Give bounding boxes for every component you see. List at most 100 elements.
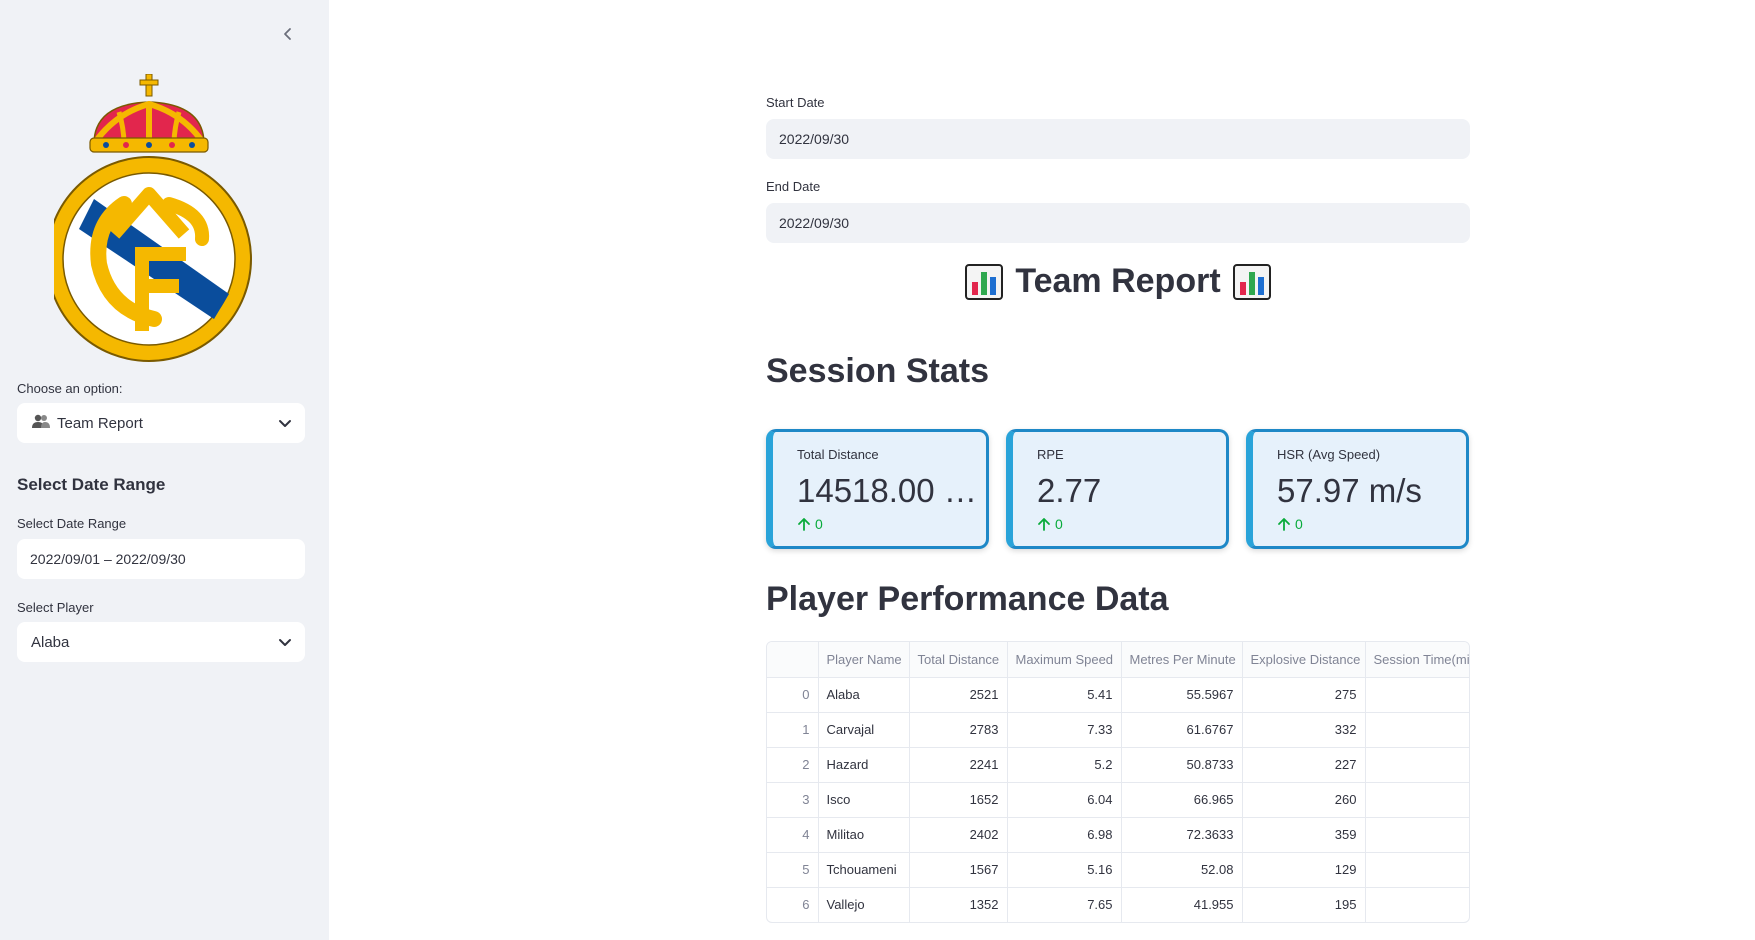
option-select-value: Team Report: [57, 414, 143, 432]
session-stats-heading: Session Stats: [766, 352, 989, 390]
table-row[interactable]: 6 Vallejo 1352 7.65 41.955 195 35: [767, 887, 1469, 922]
end-date-label: End Date: [766, 179, 821, 194]
cell-player-name: Hazard: [818, 747, 910, 783]
option-select[interactable]: Team Report: [17, 403, 305, 443]
metric-delta-value: 0: [1295, 516, 1303, 532]
arrow-up-icon: [1038, 518, 1050, 531]
arrow-up-icon: [1278, 518, 1290, 531]
table-row[interactable]: 1 Carvajal 2783 7.33 61.6767 332 45: [767, 712, 1469, 748]
player-performance-heading: Player Performance Data: [766, 580, 1169, 618]
sidebar: Choose an option: Team Report Select Dat…: [0, 0, 329, 940]
cell-player-name: Militao: [818, 817, 910, 853]
chevron-left-icon: [284, 28, 291, 40]
cell-metres-per-minute: 72.3633: [1121, 817, 1243, 853]
metric-delta-value: 0: [815, 516, 823, 532]
metric-label: Total Distance: [797, 447, 879, 462]
cell-maximum-speed: 5.41: [1007, 677, 1122, 713]
cell-maximum-speed: 6.98: [1007, 817, 1122, 853]
cell-total-distance: 2783: [909, 712, 1008, 748]
cell-metres-per-minute: 55.5967: [1121, 677, 1243, 713]
cell-explosive-distance: 227: [1242, 747, 1366, 783]
column-header-session-time[interactable]: Session Time(mi: [1365, 642, 1469, 678]
cell-player-name: Alaba: [818, 677, 910, 713]
column-header-index[interactable]: [767, 642, 819, 678]
table-row[interactable]: 4 Militao 2402 6.98 72.3633 359 34: [767, 817, 1469, 853]
cell-session-time: 24: [1365, 782, 1469, 818]
player-select-label: Select Player: [17, 600, 94, 615]
metric-label: HSR (Avg Speed): [1277, 447, 1381, 462]
club-crest-logo: [54, 74, 252, 362]
cell-index: 6: [767, 887, 819, 922]
cell-session-time: 34: [1365, 817, 1469, 853]
metric-value: 14518.00 meters: [797, 472, 985, 509]
cell-session-time: 45: [1365, 747, 1469, 783]
collapse-sidebar-button[interactable]: [276, 22, 300, 46]
cell-metres-per-minute: 52.08: [1121, 852, 1243, 888]
player-performance-table[interactable]: Player Name Total Distance Maximum Speed…: [766, 641, 1470, 923]
metric-label: RPE: [1037, 447, 1064, 462]
metric-value: 2.77: [1037, 472, 1102, 509]
cell-metres-per-minute: 61.6767: [1121, 712, 1243, 748]
metric-delta: 0: [1277, 516, 1466, 532]
metric-card-hsr: HSR (Avg Speed) 57.97 m/s 0: [1246, 429, 1469, 549]
crown-icon: [89, 74, 209, 153]
cell-metres-per-minute: 41.955: [1121, 887, 1243, 922]
cell-total-distance: 2241: [909, 747, 1008, 783]
cell-player-name: Vallejo: [818, 887, 910, 922]
cell-index: 2: [767, 747, 819, 783]
metric-value: 57.97 m/s: [1277, 472, 1422, 509]
cell-maximum-speed: 5.2: [1007, 747, 1122, 783]
metric-card-rpe: RPE 2.77 0: [1006, 429, 1229, 549]
metric-delta-value: 0: [1055, 516, 1063, 532]
table-header-row: Player Name Total Distance Maximum Speed…: [767, 642, 1469, 678]
table-row[interactable]: 3 Isco 1652 6.04 66.965 260 24: [767, 782, 1469, 818]
cell-explosive-distance: 359: [1242, 817, 1366, 853]
table-row[interactable]: 5 Tchouameni 1567 5.16 52.08 129 30: [767, 852, 1469, 888]
column-header-total-distance[interactable]: Total Distance: [909, 642, 1008, 678]
cell-player-name: Tchouameni: [818, 852, 910, 888]
column-header-metres-per-minute[interactable]: Metres Per Minute: [1121, 642, 1243, 678]
cell-total-distance: 1352: [909, 887, 1008, 922]
cell-total-distance: 2521: [909, 677, 1008, 713]
cell-index: 1: [767, 712, 819, 748]
end-date-input[interactable]: 2022/09/30: [766, 203, 1470, 243]
cell-player-name: Carvajal: [818, 712, 910, 748]
report-title-text: Team Report: [1015, 262, 1221, 300]
cell-maximum-speed: 7.33: [1007, 712, 1122, 748]
cell-explosive-distance: 260: [1242, 782, 1366, 818]
table-row[interactable]: 0 Alaba 2521 5.41 55.5967 275 45: [767, 677, 1469, 713]
date-range-input[interactable]: 2022/09/01 – 2022/09/30: [17, 539, 305, 579]
chevron-down-icon: [279, 420, 291, 427]
cell-explosive-distance: 129: [1242, 852, 1366, 888]
bar-chart-icon: [965, 263, 1004, 300]
bar-chart-icon: [1232, 263, 1271, 300]
player-select[interactable]: Alaba: [17, 622, 305, 662]
cell-explosive-distance: 195: [1242, 887, 1366, 922]
users-icon: [31, 413, 51, 433]
cell-session-time: 35: [1365, 887, 1469, 922]
date-range-label: Select Date Range: [17, 516, 127, 531]
cell-total-distance: 2402: [909, 817, 1008, 853]
cell-session-time: 45: [1365, 712, 1469, 748]
column-header-maximum-speed[interactable]: Maximum Speed: [1007, 642, 1122, 678]
chevron-down-icon: [279, 639, 291, 646]
cell-index: 3: [767, 782, 819, 818]
option-select-label: Choose an option:: [17, 381, 123, 396]
column-header-player-name[interactable]: Player Name: [818, 642, 910, 678]
metric-card-total-distance: Total Distance 14518.00 meters 0: [766, 429, 989, 549]
cell-maximum-speed: 5.16: [1007, 852, 1122, 888]
cell-session-time: 30: [1365, 852, 1469, 888]
table-row[interactable]: 2 Hazard 2241 5.2 50.8733 227 45: [767, 747, 1469, 783]
report-title: Team Report: [766, 262, 1470, 301]
player-select-value: Alaba: [31, 633, 70, 651]
column-header-explosive-distance[interactable]: Explosive Distance: [1242, 642, 1366, 678]
cell-explosive-distance: 332: [1242, 712, 1366, 748]
cell-total-distance: 1567: [909, 852, 1008, 888]
date-range-heading: Select Date Range: [17, 475, 166, 494]
cell-maximum-speed: 6.04: [1007, 782, 1122, 818]
start-date-input[interactable]: 2022/09/30: [766, 119, 1470, 159]
start-date-label: Start Date: [766, 95, 825, 110]
cell-index: 4: [767, 817, 819, 853]
cell-index: 5: [767, 852, 819, 888]
cell-index: 0: [767, 677, 819, 713]
